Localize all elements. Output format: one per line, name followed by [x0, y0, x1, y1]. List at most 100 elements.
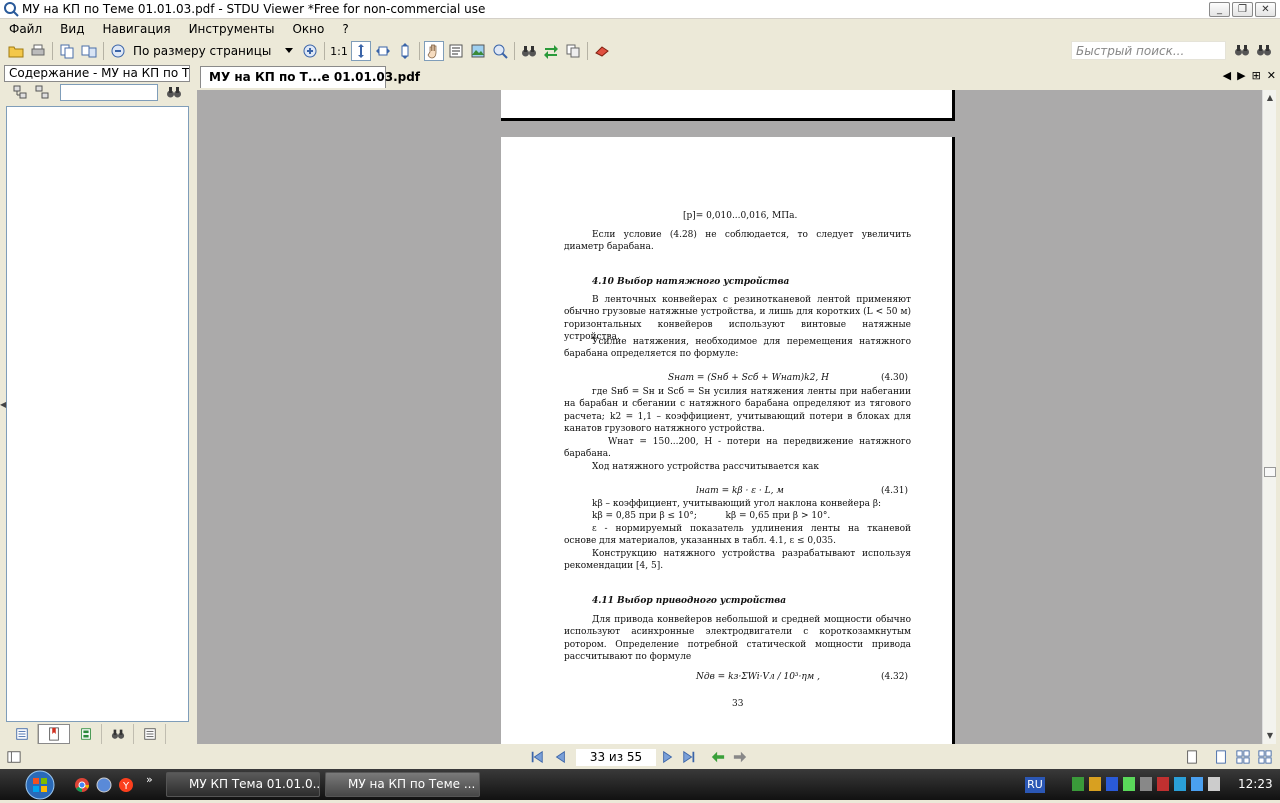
expand-all-button[interactable]: [10, 82, 30, 102]
tray-printer-icon[interactable]: [1140, 777, 1152, 791]
copy-page-button[interactable]: [57, 41, 77, 61]
tray-sync-icon[interactable]: [1174, 777, 1186, 791]
quicklaunch-more-icon[interactable]: »: [146, 773, 153, 786]
menu-navigation[interactable]: Навигация: [93, 22, 179, 36]
select-text-button[interactable]: [446, 41, 466, 61]
fit-height-button[interactable]: [395, 41, 415, 61]
quick-search-input[interactable]: Быстрый поиск...: [1071, 41, 1226, 60]
sync-button[interactable]: [541, 41, 561, 61]
menu-bar: Файл Вид Навигация Инструменты Окно ?: [0, 19, 1280, 39]
history-back-button[interactable]: [710, 750, 726, 764]
scroll-down-arrow-icon[interactable]: ▼: [1264, 730, 1276, 742]
sidebar-tab-search[interactable]: [102, 724, 134, 744]
image-select-icon: [471, 44, 485, 58]
zoom-in-button[interactable]: [300, 41, 320, 61]
scroll-up-arrow-icon[interactable]: ▲: [1264, 92, 1276, 104]
menu-view[interactable]: Вид: [51, 22, 93, 36]
contents-tree[interactable]: [6, 106, 189, 722]
previous-page-button[interactable]: [552, 750, 568, 764]
chrome-launcher[interactable]: [74, 777, 90, 793]
quick-search-button[interactable]: [1234, 42, 1252, 60]
two-page-view-button[interactable]: [1235, 750, 1251, 764]
document-viewer[interactable]: [p]= 0,010...0,016, МПа. Если условие (4…: [197, 90, 1262, 744]
contents-search-input[interactable]: [60, 84, 158, 101]
view-mode-button[interactable]: [1184, 750, 1200, 764]
quick-search-next-button[interactable]: [1256, 42, 1274, 60]
history-forward-button[interactable]: [732, 750, 748, 764]
title-bar: МУ на КП по Теме 01.01.03.pdf - STDU Vie…: [0, 0, 1280, 19]
sidebar-collapse-arrow-icon[interactable]: ◀: [0, 400, 6, 409]
export-button[interactable]: [79, 41, 99, 61]
equation: Nдв = kз·ΣWi·Vл / 10³·ηм ,: [696, 672, 820, 682]
page-number-field[interactable]: 33 из 55: [576, 749, 656, 766]
browser-launcher[interactable]: [96, 777, 112, 793]
yandex-icon: Y: [119, 778, 133, 792]
tray-network-icon[interactable]: [1072, 777, 1084, 791]
tab-prev-arrow-icon[interactable]: ◀: [1223, 69, 1231, 82]
panel-icon: [7, 751, 21, 763]
collapse-all-button[interactable]: [32, 82, 52, 102]
single-page-view-button[interactable]: [1213, 750, 1229, 764]
tab-close-icon[interactable]: ✕: [1267, 69, 1276, 82]
vertical-scrollbar[interactable]: ▲ ▼: [1262, 90, 1276, 744]
tree-expand-icon: [13, 85, 27, 99]
select-image-button[interactable]: [468, 41, 488, 61]
previous-page-icon: [555, 750, 565, 764]
folder-icon: [8, 46, 24, 58]
start-button[interactable]: [4, 770, 62, 800]
sidebar-tab-thumbnails[interactable]: [6, 724, 38, 744]
fit-width-icon: [376, 46, 390, 56]
next-page-button[interactable]: [660, 750, 676, 764]
find-button[interactable]: [519, 41, 539, 61]
open-folder-button[interactable]: [6, 41, 26, 61]
fit-page-button[interactable]: [351, 41, 371, 61]
sidebar-tab-layers[interactable]: [70, 724, 102, 744]
tray-drive-icon[interactable]: [1089, 777, 1101, 791]
paragraph: kβ = 0,85 при β ≤ 10°; kβ = 0,65 при β >…: [592, 511, 831, 521]
menu-file[interactable]: Файл: [0, 22, 51, 36]
copy-button[interactable]: [563, 41, 583, 61]
maximize-button[interactable]: ❐: [1232, 2, 1253, 17]
menu-help[interactable]: ?: [333, 22, 357, 36]
zoom-mode-select[interactable]: По размеру страницы: [129, 41, 299, 61]
tab-document[interactable]: МУ на КП по Т...е 01.01.03.pdf: [200, 66, 420, 88]
eraser-icon: [595, 46, 609, 57]
single-page-icon: [1216, 750, 1226, 764]
stdu-viewer-icon: [4, 2, 19, 17]
fit-width-button[interactable]: [373, 41, 393, 61]
language-indicator[interactable]: RU: [1025, 777, 1045, 793]
tray-shield-icon[interactable]: [1157, 777, 1169, 791]
zoom-area-button[interactable]: [490, 41, 510, 61]
two-page-icon: [1236, 750, 1250, 764]
first-page-button[interactable]: [529, 750, 545, 764]
sidebar-toggle-button[interactable]: [6, 750, 22, 764]
tray-volume-icon[interactable]: [1208, 777, 1220, 791]
actual-size-button[interactable]: 1:1: [329, 41, 349, 61]
sidebar-tab-bookmarks[interactable]: [38, 724, 70, 744]
scroll-thumb[interactable]: [1264, 467, 1276, 477]
tab-layout-icon[interactable]: ⊞: [1252, 69, 1261, 82]
page-view-icon: [1187, 750, 1197, 764]
taskbar-item-stdu-viewer[interactable]: МУ на КП по Теме ...: [325, 772, 480, 797]
tray-signal-icon[interactable]: [1123, 777, 1135, 791]
hand-tool-button[interactable]: [424, 41, 444, 61]
tray-app-icon[interactable]: [1106, 777, 1118, 791]
zoom-out-button[interactable]: [108, 41, 128, 61]
continuous-view-button[interactable]: [1257, 750, 1273, 764]
formula-p-range: [p]= 0,010...0,016, МПа.: [683, 211, 798, 221]
close-button[interactable]: ✕: [1255, 2, 1276, 17]
yandex-launcher[interactable]: Y: [118, 777, 134, 793]
menu-window[interactable]: Окно: [283, 22, 333, 36]
contents-search-button[interactable]: [166, 84, 184, 102]
last-page-button[interactable]: [681, 750, 697, 764]
tab-next-arrow-icon[interactable]: ▶: [1237, 69, 1245, 82]
sidebar-tab-notes[interactable]: [134, 724, 166, 744]
menu-tools[interactable]: Инструменты: [180, 22, 284, 36]
tray-monitor-icon[interactable]: [1191, 777, 1203, 791]
taskbar-item-document-1[interactable]: МУ КП Тема 01.01.0...: [166, 772, 320, 797]
bookmark-add-button[interactable]: [592, 41, 612, 61]
print-button[interactable]: [28, 41, 48, 61]
taskbar-clock[interactable]: 12:23: [1238, 777, 1273, 791]
paragraph: k2 = 1,1 – коэффициент, учитывающий поте…: [564, 412, 911, 435]
minimize-button[interactable]: _: [1209, 2, 1230, 17]
